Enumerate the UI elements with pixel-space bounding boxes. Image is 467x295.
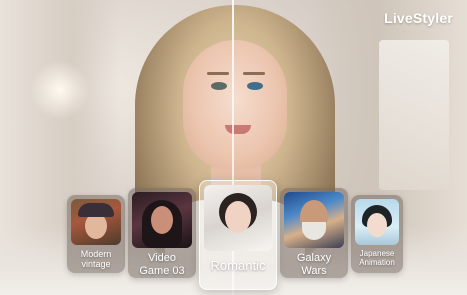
style-label: Video Game 03	[139, 252, 185, 277]
galaxy-beard-icon	[302, 222, 326, 240]
romantic-portrait-thumbnail	[204, 185, 272, 251]
romantic-face-icon	[225, 201, 251, 233]
vintage-portrait-thumbnail	[71, 199, 121, 245]
style-carousel: Modern vintage Video Game 03 Romantic Ga…	[0, 0, 467, 295]
style-card-galaxy-wars[interactable]: Galaxy Wars	[280, 188, 348, 278]
style-card-romantic[interactable]: Romantic	[199, 180, 277, 290]
game-portrait-thumbnail	[132, 192, 192, 248]
galaxy-portrait-thumbnail	[284, 192, 344, 248]
style-label: Galaxy Wars	[296, 252, 332, 277]
vintage-hat-icon	[78, 203, 114, 217]
style-card-japanese-animation[interactable]: Japanese Animation	[351, 195, 403, 273]
anime-portrait-thumbnail	[355, 199, 399, 245]
style-card-modern-vintage[interactable]: Modern vintage	[67, 195, 125, 273]
anime-face-icon	[367, 213, 387, 237]
style-card-video-game-03[interactable]: Video Game 03	[128, 188, 196, 278]
game-face-icon	[151, 206, 173, 234]
style-label: Japanese Animation	[359, 249, 395, 268]
style-label: Modern vintage	[80, 249, 112, 270]
app-stage: LiveStyler Modern vintage Video Game 03 …	[0, 0, 467, 295]
style-label: Romantic	[210, 258, 266, 273]
